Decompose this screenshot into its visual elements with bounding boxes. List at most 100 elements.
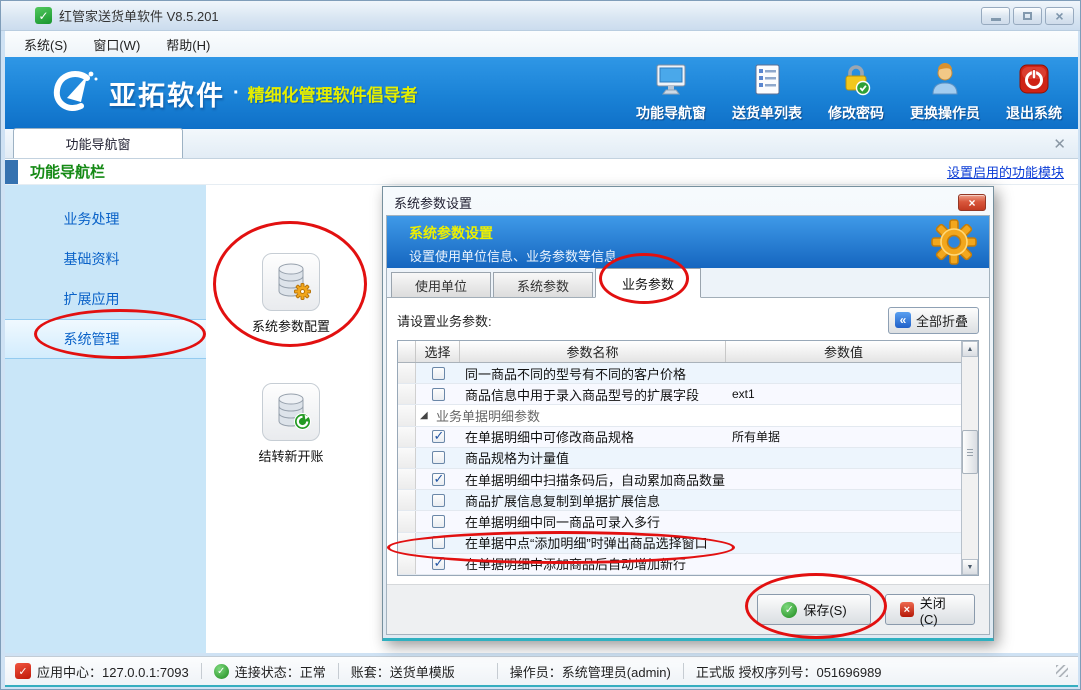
gear-icon	[931, 219, 977, 268]
brand-logo-icon	[47, 68, 99, 119]
dialog-title: 系统参数设置	[394, 193, 472, 212]
save-button[interactable]: 保存(S)	[757, 594, 871, 625]
param-name: 商品规格为计量值	[460, 448, 726, 467]
resize-grip[interactable]	[1056, 665, 1068, 677]
close-button[interactable]	[1045, 7, 1074, 25]
group-label: 业务单据明细参数	[436, 406, 540, 425]
sidebar-item-business[interactable]: 业务处理	[5, 199, 206, 239]
monitor-icon	[653, 63, 689, 100]
tab-company-info[interactable]: 使用单位	[391, 272, 491, 297]
user-icon	[928, 63, 962, 100]
tab-nav-window[interactable]: 功能导航窗	[13, 128, 183, 158]
toolbar-nav-window-button[interactable]: 功能导航窗	[636, 63, 706, 123]
status-separator	[338, 663, 339, 679]
shortcut-system-params[interactable]: 系统参数配置	[232, 253, 350, 335]
shortcut-carry-forward[interactable]: 结转新开账	[232, 383, 350, 465]
toolbar-delivery-list-button[interactable]: 送货单列表	[732, 63, 802, 123]
table-group-row[interactable]: 业务单据明细参数	[398, 405, 961, 426]
power-icon	[1017, 63, 1051, 100]
brand-slogan: 精细化管理软件倡导者	[248, 81, 418, 106]
param-name: 在单据明细中可修改商品规格	[460, 427, 726, 446]
status-separator	[683, 663, 684, 679]
toolbar-exit-button[interactable]: 退出系统	[1006, 63, 1062, 123]
enable-modules-link[interactable]: 设置启用的功能模块	[947, 162, 1064, 181]
table-row[interactable]: 在单据明细中扫描条码后，自动累加商品数量	[398, 469, 961, 490]
checkbox[interactable]	[432, 388, 445, 401]
menu-bar: 系统(S) 窗口(W) 帮助(H)	[5, 31, 1078, 57]
checkbox[interactable]	[432, 430, 445, 443]
row-indicator	[398, 554, 416, 574]
minimize-button[interactable]	[981, 7, 1010, 25]
connection-ok-icon	[214, 664, 229, 679]
param-name: 同一商品不同的型号有不同的客户价格	[460, 364, 726, 383]
checkbox[interactable]	[432, 536, 445, 549]
table-row-highlighted[interactable]: 在单据中点“添加明细”时弹出商品选择窗口	[398, 533, 961, 554]
vertical-scrollbar[interactable]: ▲ ▼	[961, 341, 978, 575]
status-account: 账套：送货单模版	[351, 662, 455, 681]
toolbar-switch-operator-button[interactable]: 更换操作员	[910, 63, 980, 123]
table-row[interactable]: 在单据明细中添加商品后自动增加新行	[398, 554, 961, 575]
tab-business-params[interactable]: 业务参数	[595, 268, 701, 298]
dialog-header-subtitle: 设置使用单位信息、业务参数等信息	[409, 246, 989, 265]
checkbox[interactable]	[432, 473, 445, 486]
row-indicator	[398, 469, 416, 489]
row-indicator	[398, 363, 416, 383]
col-param-name[interactable]: 参数名称	[460, 341, 726, 362]
params-table: 选择 参数名称 参数值 同一商品不同的型号有不同的客户价格	[397, 340, 979, 576]
row-indicator	[398, 533, 416, 553]
lock-icon	[839, 63, 873, 100]
checkbox[interactable]	[432, 557, 445, 570]
param-name: 商品扩展信息复制到单据扩展信息	[460, 491, 726, 510]
dialog-title-bar: 系统参数设置	[386, 190, 990, 215]
collapse-triangle-icon[interactable]	[420, 411, 430, 421]
table-row[interactable]: 商品信息中用于录入商品型号的扩展字段 ext1	[398, 384, 961, 405]
document-tab-strip: 功能导航窗 ✕	[5, 129, 1078, 159]
close-dialog-button[interactable]: 关闭(C)	[885, 594, 975, 625]
checkbox[interactable]	[432, 451, 445, 464]
checkbox[interactable]	[432, 515, 445, 528]
scroll-down-icon[interactable]: ▼	[962, 559, 978, 575]
nav-panel-header: 功能导航栏 设置启用的功能模块	[5, 159, 1078, 185]
sidebar-item-system-mgmt[interactable]: 系统管理	[5, 319, 206, 359]
nav-sidebar: 业务处理 基础资料 扩展应用 系统管理	[5, 185, 206, 653]
scrollbar-thumb[interactable]	[962, 430, 978, 474]
tab-system-params[interactable]: 系统参数	[493, 272, 593, 297]
checkbox[interactable]	[432, 367, 445, 380]
sidebar-item-extended-apps[interactable]: 扩展应用	[5, 279, 206, 319]
table-row[interactable]: 商品扩展信息复制到单据扩展信息	[398, 490, 961, 511]
table-row[interactable]: 在单据明细中可修改商品规格 所有单据	[398, 427, 961, 448]
application-window: 红管家送货单软件 V8.5.201 系统(S) 窗口(W) 帮助(H) 亚拓软件…	[0, 0, 1081, 690]
table-row[interactable]: 在单据明细中同一商品可录入多行	[398, 511, 961, 532]
refresh-badge-icon	[294, 413, 311, 433]
table-row[interactable]: 同一商品不同的型号有不同的客户价格	[398, 363, 961, 384]
menu-window[interactable]: 窗口(W)	[80, 32, 153, 57]
dialog-content: 请设置业务参数: 全部折叠 选择 参数名称 参数值	[387, 298, 989, 584]
app-center-icon	[15, 663, 31, 679]
dialog-header-title: 系统参数设置	[409, 223, 989, 243]
toolbar-change-password-button[interactable]: 修改密码	[828, 63, 884, 123]
col-select[interactable]: 选择	[416, 341, 460, 362]
checkbox[interactable]	[432, 494, 445, 507]
sidebar-item-basic-data[interactable]: 基础资料	[5, 239, 206, 279]
header-accent-block	[5, 160, 18, 184]
table-header: 选择 参数名称 参数值	[398, 341, 961, 363]
list-icon	[750, 63, 784, 100]
menu-help[interactable]: 帮助(H)	[153, 32, 223, 57]
collapse-all-button[interactable]: 全部折叠	[888, 307, 979, 334]
menu-system[interactable]: 系统(S)	[11, 32, 80, 57]
param-name: 在单据明细中添加商品后自动增加新行	[460, 554, 726, 573]
dialog-footer: 保存(S) 关闭(C)	[387, 584, 989, 634]
status-separator	[201, 663, 202, 679]
table-row[interactable]: 商品规格为计量值	[398, 448, 961, 469]
tab-close-icon[interactable]: ✕	[1053, 135, 1066, 153]
col-param-value[interactable]: 参数值	[726, 341, 961, 362]
param-name: 在单据明细中扫描条码后，自动累加商品数量	[460, 470, 726, 489]
maximize-button[interactable]	[1013, 7, 1042, 25]
status-app-center: 应用中心：127.0.0.1:7093	[15, 662, 189, 681]
brand-separator: ·	[233, 82, 240, 105]
app-logo-icon	[35, 7, 52, 24]
param-name: 在单据中点“添加明细”时弹出商品选择窗口	[460, 533, 726, 552]
status-bar: 应用中心：127.0.0.1:7093 连接状态：正常 账套：送货单模版 操作员…	[5, 656, 1078, 687]
dialog-close-button[interactable]	[958, 194, 986, 211]
scroll-up-icon[interactable]: ▲	[962, 341, 978, 357]
